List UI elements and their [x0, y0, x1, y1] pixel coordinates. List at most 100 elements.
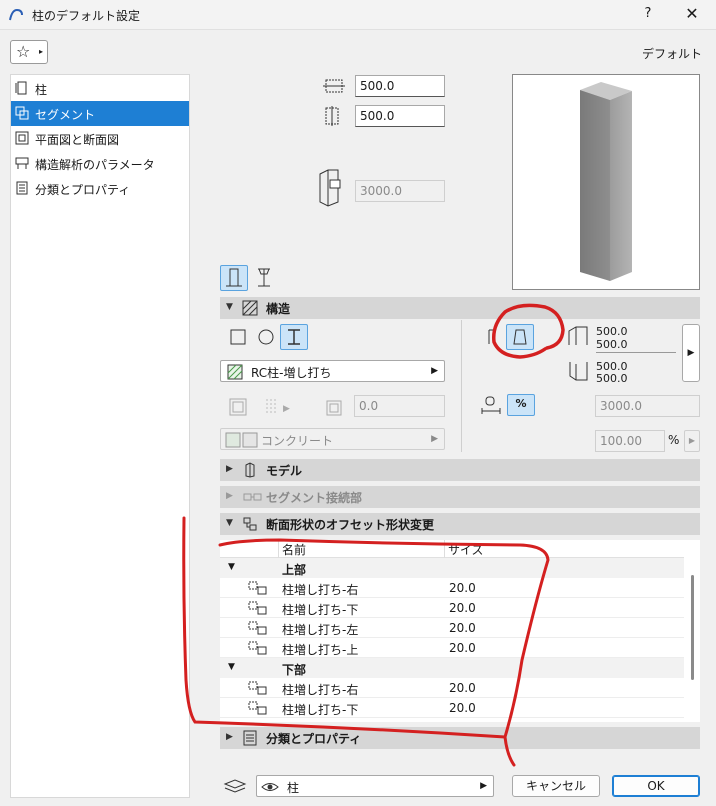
complex-profile-button[interactable] [280, 324, 308, 350]
chevron-right-icon: ▶ [226, 732, 233, 742]
structure-divider [461, 320, 462, 452]
straight-column-button[interactable] [220, 265, 248, 291]
section-segment-joint-header[interactable]: ▶ セグメント接続部 [220, 486, 700, 508]
help-button[interactable]: ? [636, 3, 660, 25]
chevron-down-icon: ▼ [228, 662, 235, 672]
column-3d-preview [512, 74, 700, 290]
star-icon: ☆ [16, 42, 31, 61]
nav-item-classification[interactable]: 分類とプロパティ [11, 176, 189, 201]
structural-analysis-icon [15, 157, 29, 169]
table-row[interactable]: 柱増し打ち-右 20.0 [220, 578, 684, 598]
chevron-down-icon: ▼ [226, 518, 233, 528]
offset-row-icon [248, 581, 267, 595]
column-header-size[interactable]: サイズ [448, 541, 484, 558]
percent-unit: % [668, 433, 680, 447]
table-row[interactable]: 柱増し打ち-上 20.0 [220, 638, 684, 658]
surface-material-dropdown[interactable]: コンクリート ▶ [220, 428, 445, 450]
tapered-segment-icon [513, 329, 527, 345]
column-preview-image [580, 82, 632, 281]
top-profile-icon [568, 326, 588, 345]
header-divider [278, 540, 279, 558]
nav-item-structural-analysis[interactable]: 構造解析のパラメータ [11, 151, 189, 176]
table-row[interactable]: 柱増し打ち-下 20.0 [220, 598, 684, 618]
height-field[interactable]: 3000.0 [355, 180, 445, 202]
section-offset-header[interactable]: ▼ 断面形状のオフセット形状変更 [220, 513, 700, 535]
eye-icon [261, 783, 279, 791]
layer-dropdown[interactable]: 柱 ▶ [256, 775, 494, 797]
percent-expand-button[interactable]: ▶ [684, 430, 700, 452]
document-icon [16, 181, 28, 195]
core-icon [229, 398, 247, 416]
depth-field[interactable]: 500.0 [355, 105, 445, 127]
chevron-right-icon: ▶ [226, 491, 233, 501]
surface-swatch-icon [225, 432, 258, 448]
offset-icon [243, 517, 257, 531]
percent-toggle-button[interactable]: % [507, 394, 535, 416]
table-row[interactable]: 柱増し打ち-下 20.0 [220, 698, 684, 718]
offset-table: 名前 サイズ ▼ 上部 柱増し打ち-右 20.0 柱増し打ち-下 20.0 柱増… [220, 540, 684, 722]
chevron-right-icon: ▸ [39, 47, 44, 56]
rectangle-icon [230, 329, 246, 345]
chevron-down-icon: ▼ [226, 302, 233, 312]
default-label: デフォルト [641, 47, 702, 61]
depth-icon [325, 106, 339, 126]
column-header-name[interactable]: 名前 [282, 541, 306, 558]
segment-height-field[interactable]: 3000.0 [595, 395, 700, 417]
group-bottom[interactable]: ▼ 下部 [220, 658, 684, 678]
column-icon [15, 81, 27, 95]
archicad-icon [9, 8, 23, 21]
veneer-icon: ▶ [266, 399, 290, 415]
window-title: 柱のデフォルト設定 [32, 9, 141, 23]
percent-field[interactable]: 100.00 [595, 430, 665, 452]
nav-item-plan-section[interactable]: 平面図と断面図 [11, 126, 189, 151]
section-structure-header[interactable]: ▼ 構造 [220, 297, 700, 319]
width-field[interactable]: 500.0 [355, 75, 445, 97]
veneer-thickness-field[interactable]: 0.0 [354, 395, 445, 417]
material-hatch-icon [227, 364, 243, 380]
profile-expand-button[interactable]: ▶ [682, 324, 700, 382]
chevron-right-icon: ▶ [480, 781, 487, 791]
tapered-segment-button[interactable] [506, 324, 534, 350]
section-classification-header[interactable]: ▶ 分類とプロパティ [220, 727, 700, 749]
veneer-thickness-icon [326, 400, 342, 416]
segment-icon [15, 106, 29, 120]
table-row[interactable]: 柱増し打ち-左 20.0 [220, 618, 684, 638]
section-model-header[interactable]: ▶ モデル [220, 459, 700, 481]
circle-icon [258, 329, 274, 345]
straight-column-icon [226, 268, 242, 287]
core-button[interactable] [224, 394, 252, 420]
chevron-right-icon: ▶ [431, 366, 438, 376]
title-bar: 柱のデフォルト設定 ? ✕ [0, 0, 716, 30]
favorites-button[interactable]: ☆ ▸ [10, 40, 48, 64]
offset-row-icon [248, 601, 267, 615]
width-icon [323, 79, 345, 93]
veneer-type-button[interactable]: ▶ [260, 394, 294, 420]
plan-section-icon [15, 131, 29, 145]
circular-profile-button[interactable] [252, 324, 280, 350]
column-height-icon [319, 169, 341, 207]
table-row[interactable]: 柱増し打ち-右 20.0 [220, 678, 684, 698]
nav-item-segment[interactable]: セグメント [11, 101, 189, 126]
veneer-thickness-icon-wrap [322, 394, 350, 420]
top-width-value: 500.0 [596, 325, 628, 338]
offset-row-icon [248, 681, 267, 695]
settings-nav: 柱 セグメント 平面図と断面図 構造解析のパラメータ 分類とプロパティ [10, 74, 190, 798]
rectangular-profile-button[interactable] [224, 324, 252, 350]
segment-joint-icon [243, 493, 262, 501]
chevron-right-icon: ▶ [226, 464, 233, 474]
close-button[interactable]: ✕ [680, 3, 704, 25]
nav-item-column[interactable]: 柱 [11, 76, 189, 101]
ibeam-column-button[interactable] [250, 265, 278, 291]
ibeam-column-icon [258, 268, 270, 287]
building-material-dropdown[interactable]: RC柱-増し打ち ▶ [220, 360, 445, 382]
model-icon [245, 462, 255, 478]
lock-height-icon[interactable] [480, 394, 502, 418]
table-scrollbar-thumb[interactable] [691, 575, 694, 680]
ok-button[interactable]: OK [612, 775, 700, 797]
chevron-down-icon: ▼ [228, 562, 235, 572]
header-divider [444, 540, 445, 558]
cancel-button[interactable]: キャンセル [512, 775, 600, 797]
group-top[interactable]: ▼ 上部 [220, 558, 684, 578]
chevron-right-icon: ▶ [431, 434, 438, 444]
bottom-profile-icon [569, 362, 588, 381]
